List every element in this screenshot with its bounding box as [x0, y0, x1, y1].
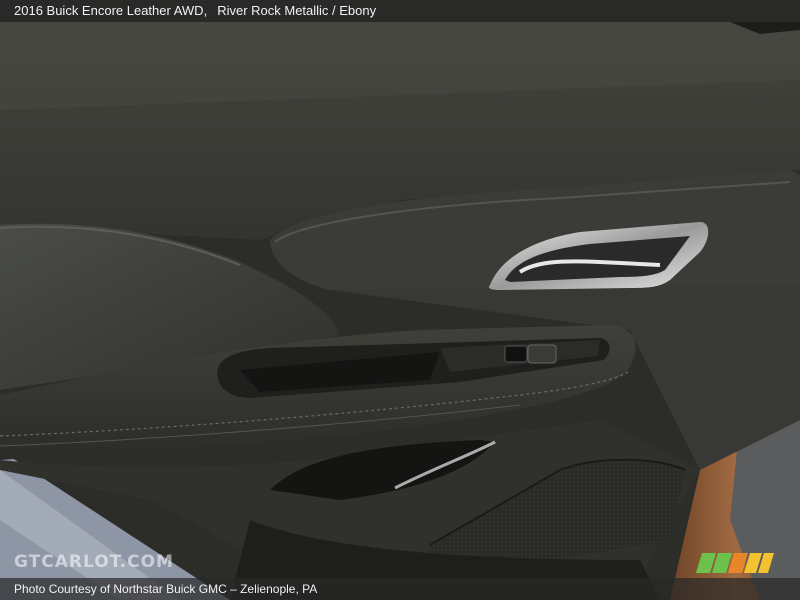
caption-bar: 2016 Buick Encore Leather AWD, River Rock… [0, 0, 800, 22]
photo-credit: Photo Courtesy of Northstar Buick GMC – … [14, 582, 318, 596]
car-door-photo [0, 0, 800, 600]
vehicle-title: 2016 Buick Encore Leather AWD, [14, 3, 208, 18]
photo-stage: 2016 Buick Encore Leather AWD, River Rock… [0, 0, 800, 600]
vehicle-color: River Rock Metallic / Ebony [217, 3, 377, 18]
photo-credit-bar: Photo Courtesy of Northstar Buick GMC – … [0, 578, 800, 600]
stripes-logo-icon [696, 553, 774, 573]
site-watermark: GTCARLOT.COM [14, 552, 174, 572]
